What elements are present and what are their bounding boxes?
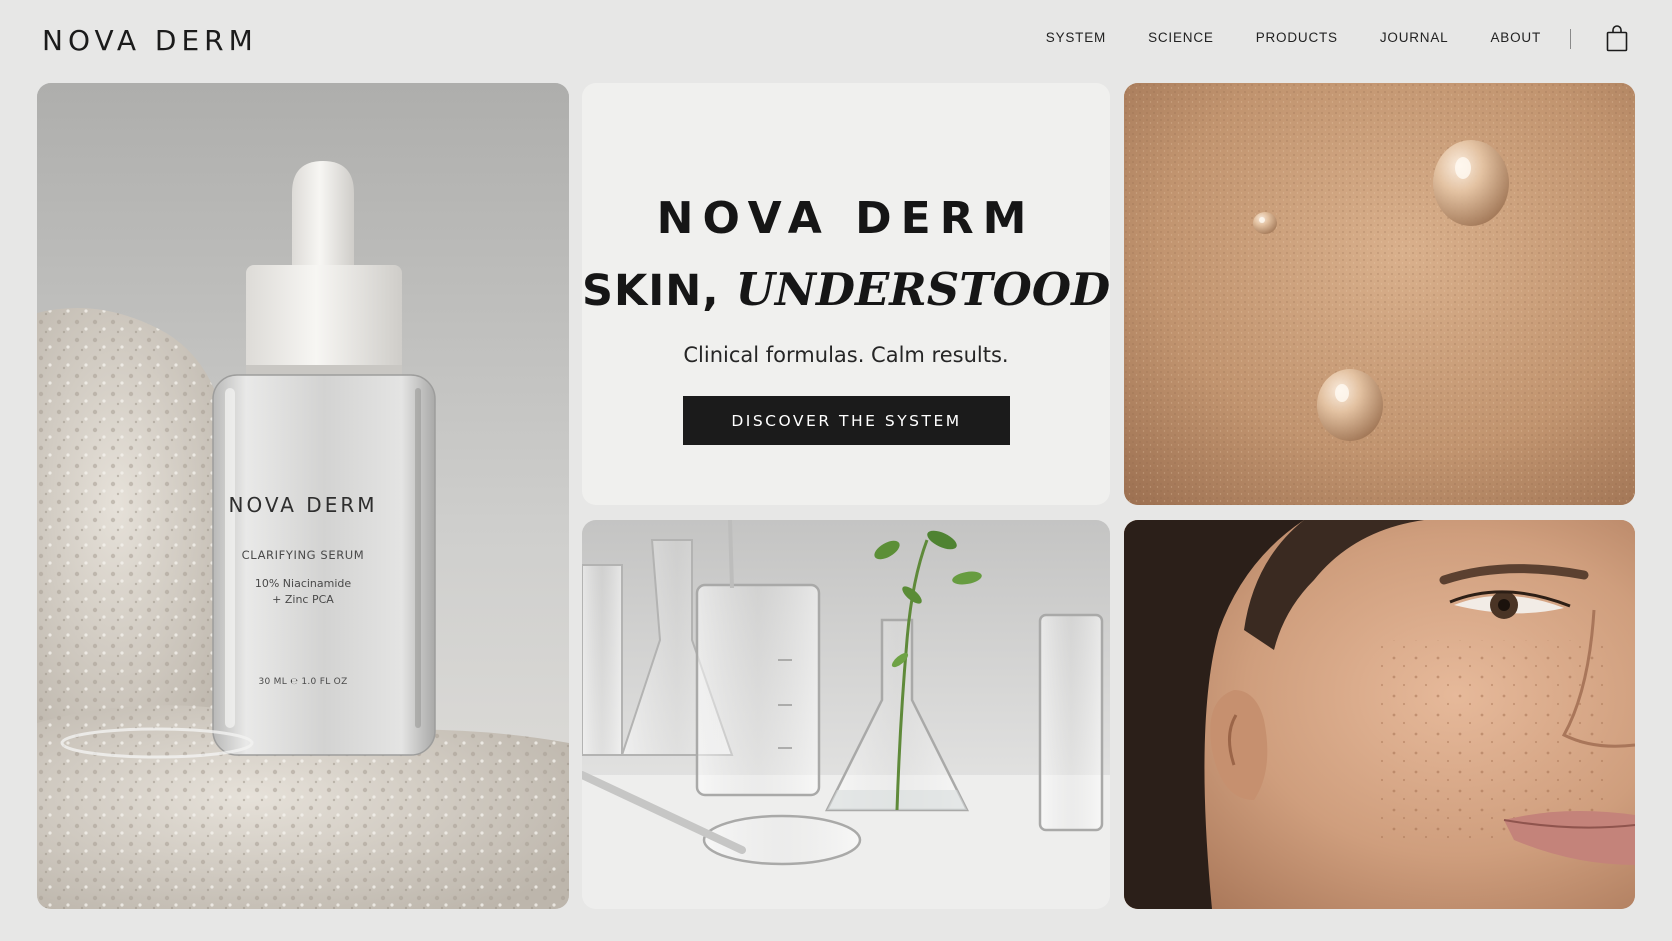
skin-texture-image[interactable]	[1124, 83, 1635, 505]
site-header: NOVA DERM SYSTEM SCIENCE PRODUCTS JOURNA…	[0, 0, 1672, 80]
discover-system-button[interactable]: DISCOVER THE SYSTEM	[683, 396, 1010, 445]
bottle-label-product-name: CLARIFYING SERUM	[241, 548, 365, 562]
skin-droplets-illustration	[1124, 83, 1635, 505]
model-face-illustration	[1124, 520, 1635, 909]
hero-subtitle: Clinical formulas. Calm results.	[683, 343, 1009, 367]
model-face-image[interactable]	[1124, 520, 1635, 909]
nav-link-science[interactable]: SCIENCE	[1148, 30, 1214, 45]
main-nav: SYSTEM SCIENCE PRODUCTS JOURNAL ABOUT	[1004, 30, 1541, 45]
bottle-label-brand: NOVA DERM	[228, 493, 378, 517]
nav-link-journal[interactable]: JOURNAL	[1380, 30, 1449, 45]
ingredient-line-2: + Zinc PCA	[272, 593, 334, 606]
shopping-bag-icon[interactable]	[1606, 24, 1628, 52]
nav-link-products[interactable]: PRODUCTS	[1256, 30, 1338, 45]
lab-glassware-image[interactable]	[582, 520, 1110, 909]
product-image-tile[interactable]: NOVA DERM CLARIFYING SERUM 10% Niacinami…	[37, 83, 569, 909]
nav-divider	[1570, 29, 1571, 49]
brand-logo[interactable]: NOVA DERM	[42, 24, 258, 57]
hero-tagline-italic: UNDERSTOOD.	[735, 263, 1110, 316]
bottle-label-volume: 30 ML ℮ 1.0 FL OZ	[258, 677, 348, 687]
hero-panel: NOVA DERM SKIN, UNDERSTOOD. Clinical for…	[582, 83, 1110, 505]
hero-tagline-plain: SKIN,	[582, 266, 736, 316]
bottle-label-ingredients: 10% Niacinamide + Zinc PCA	[37, 576, 569, 608]
lab-glassware-illustration	[582, 520, 1110, 909]
nav-link-system[interactable]: SYSTEM	[1046, 30, 1106, 45]
hero-tagline: SKIN, UNDERSTOOD.	[582, 263, 1110, 316]
hero-brand-title: NOVA DERM	[656, 193, 1036, 244]
ingredient-line-1: 10% Niacinamide	[254, 577, 352, 590]
nav-link-about[interactable]: ABOUT	[1490, 30, 1541, 45]
